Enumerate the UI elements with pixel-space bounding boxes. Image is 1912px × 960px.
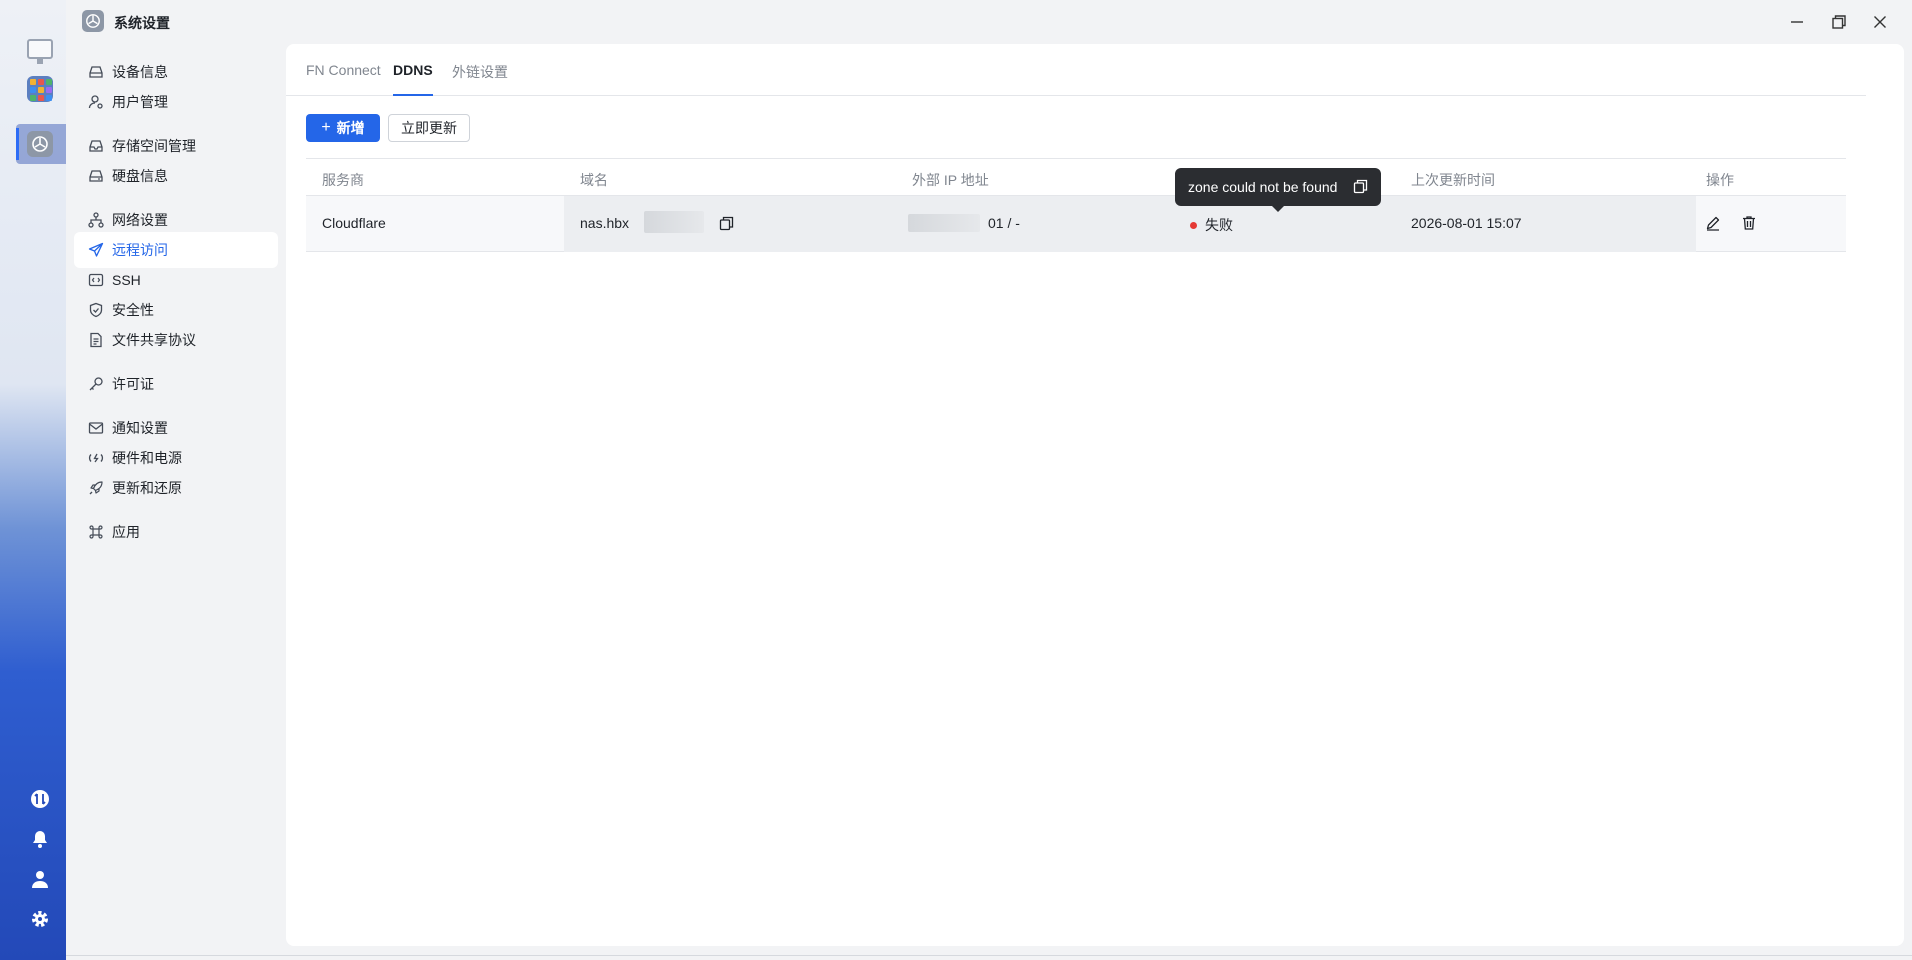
document-icon — [88, 332, 104, 348]
status-cell: 失败 — [1190, 215, 1233, 235]
sidebar-item-file-sharing[interactable]: 文件共享协议 — [74, 322, 278, 358]
app-center-icon[interactable] — [25, 74, 55, 104]
column-header-updated: 上次更新时间 — [1411, 172, 1495, 188]
notification-bell-icon[interactable] — [25, 824, 55, 854]
status-error-dot — [1190, 221, 1197, 229]
sidebar-item-label: 通知设置 — [112, 420, 168, 436]
edit-icon[interactable] — [1703, 213, 1723, 233]
maximize-icon[interactable] — [1827, 10, 1851, 34]
sidebar-item-disks[interactable]: 硬盘信息 — [74, 158, 278, 194]
provider-cell: Cloudflare — [322, 215, 386, 231]
status-label: 失败 — [1205, 217, 1233, 233]
tab-fn-connect[interactable]: FN Connect — [306, 62, 381, 96]
tooltip-text: zone could not be found — [1188, 179, 1338, 195]
sidebar-item-license[interactable]: 许可证 — [74, 366, 278, 402]
sidebar-item-update-restore[interactable]: 更新和还原 — [74, 470, 278, 506]
sidebar-item-users[interactable]: 用户管理 — [74, 84, 278, 120]
sidebar-item-label: 硬件和电源 — [112, 450, 182, 466]
column-header-provider: 服务商 — [322, 172, 364, 188]
redacted-ip — [908, 214, 980, 232]
plus-icon: + — [321, 119, 331, 136]
tab-bar: FN Connect DDNS 外链设置 — [286, 44, 1866, 96]
network-icon — [88, 212, 104, 228]
sidebar-item-label: 远程访问 — [112, 242, 168, 258]
drive-icon — [88, 64, 104, 80]
ip-cell: 01 / - — [988, 215, 1020, 231]
apps-icon — [88, 524, 104, 540]
system-settings-icon[interactable] — [25, 129, 55, 159]
tab-external-link[interactable]: 外链设置 — [452, 62, 508, 96]
terminal-icon — [88, 272, 104, 288]
table-row[interactable]: Cloudflare nas.hbx 01 / - 失败 2026-08-01 … — [306, 196, 1846, 252]
column-header-actions: 操作 — [1706, 172, 1734, 188]
copy-icon[interactable] — [1353, 179, 1369, 195]
window-title: 系统设置 — [114, 15, 170, 31]
user-icon[interactable] — [25, 864, 55, 894]
sidebar-item-label: 应用 — [112, 524, 140, 540]
column-header-ip: 外部 IP 地址 — [912, 172, 989, 188]
mail-icon — [88, 420, 104, 436]
sidebar-item-apps[interactable]: 应用 — [74, 514, 278, 550]
add-button[interactable]: + 新增 — [306, 114, 380, 142]
updated-cell: 2026-08-01 15:07 — [1411, 215, 1522, 231]
redacted-domain — [644, 211, 704, 233]
app-dock — [0, 0, 66, 960]
ddns-table: 服务商 域名 外部 IP 地址 状态 上次更新时间 操作 Cloudflare … — [306, 158, 1846, 252]
gear-icon[interactable] — [25, 904, 55, 934]
disk-icon — [88, 168, 104, 184]
sidebar-item-label: SSH — [112, 272, 141, 288]
tab-ddns[interactable]: DDNS — [393, 62, 433, 96]
settings-app-icon — [82, 10, 104, 32]
send-icon — [88, 242, 104, 258]
main-panel: FN Connect DDNS 外链设置 + 新增 立即更新 服务商 域名 外部… — [286, 44, 1904, 946]
sidebar-item-label: 网络设置 — [112, 212, 168, 228]
transfer-icon[interactable] — [25, 784, 55, 814]
shield-icon — [88, 302, 104, 318]
sidebar-item-label: 用户管理 — [112, 94, 168, 110]
column-header-domain: 域名 — [580, 172, 608, 188]
user-icon — [88, 94, 104, 110]
minimize-icon[interactable] — [1785, 10, 1809, 34]
domain-cell: nas.hbx — [580, 215, 630, 231]
status-error-tooltip: zone could not be found — [1175, 168, 1381, 212]
rocket-icon — [88, 480, 104, 496]
delete-icon[interactable] — [1739, 213, 1759, 233]
add-button-label: 新增 — [336, 120, 365, 136]
sidebar-item-label: 设备信息 — [112, 64, 168, 80]
sidebar-item-label: 许可证 — [112, 376, 154, 392]
sidebar-item-label: 存储空间管理 — [112, 138, 196, 154]
sidebar-item-label: 硬盘信息 — [112, 168, 168, 184]
desktop-icon[interactable] — [25, 34, 55, 64]
update-now-button[interactable]: 立即更新 — [388, 114, 470, 142]
sidebar-item-label: 更新和还原 — [112, 480, 182, 496]
table-header: 服务商 域名 外部 IP 地址 状态 上次更新时间 操作 — [306, 158, 1846, 196]
power-icon — [88, 450, 104, 466]
sidebar-item-label: 文件共享协议 — [112, 332, 196, 348]
key-icon — [88, 376, 104, 392]
sidebar-item-label: 安全性 — [112, 302, 154, 318]
settings-window: 系统设置 设备信息 用户管理 存储空间管理 硬盘信息 网络设置 远程访问 SSH… — [66, 0, 1912, 956]
storage-icon — [88, 138, 104, 154]
copy-icon[interactable] — [716, 213, 736, 233]
title-bar: 系统设置 — [66, 0, 1912, 44]
close-icon[interactable] — [1868, 10, 1892, 34]
